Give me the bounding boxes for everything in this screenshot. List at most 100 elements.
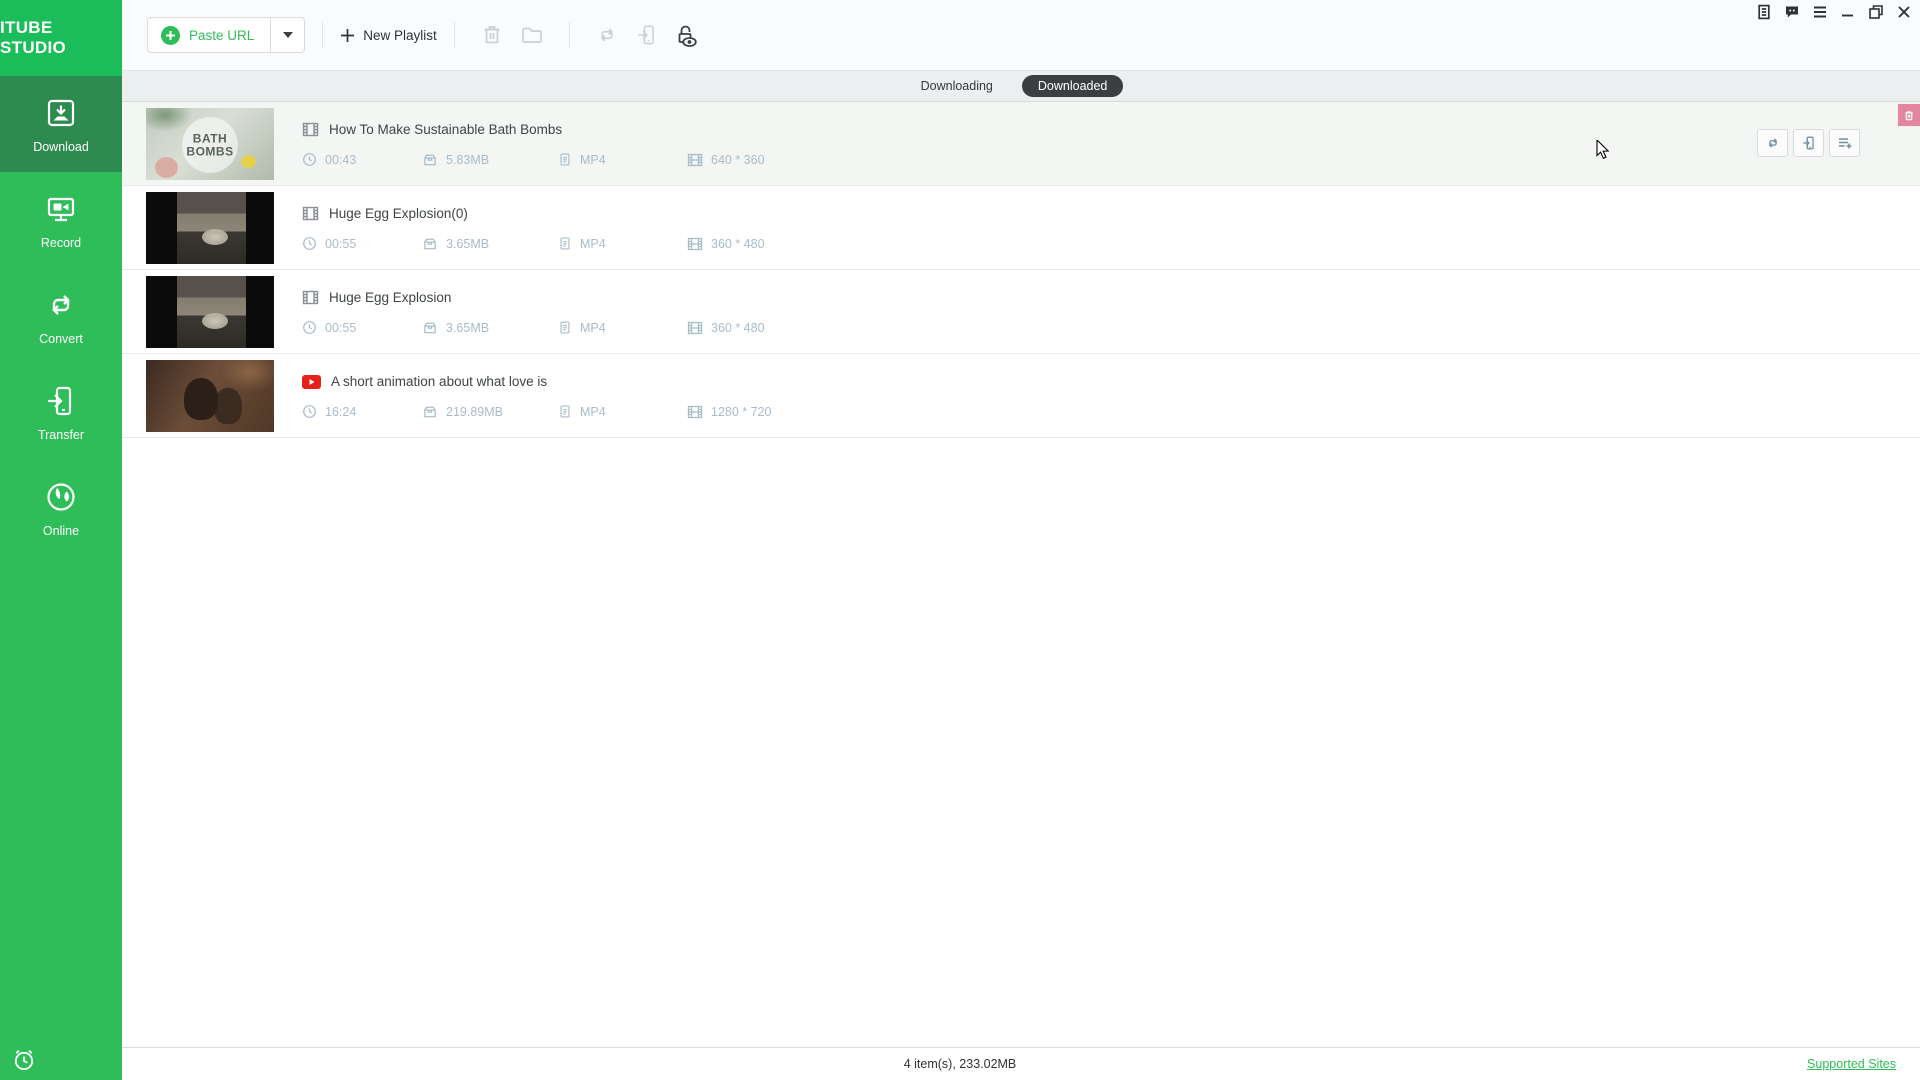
duration-clock-icon [302,320,317,335]
thumbnail-art [177,192,246,264]
video-format: MP4 [580,405,606,419]
register-icon[interactable] [1756,4,1772,20]
sidebar-item-convert[interactable]: Convert [0,268,122,364]
titlebar-controls [1756,4,1912,20]
scheduler-clock-icon[interactable] [10,1046,38,1074]
video-meta: 00:43 5.83MB MP4 [302,152,765,167]
supported-sites-link[interactable]: Supported Sites [1807,1057,1896,1071]
video-title: Huge Egg Explosion(0) [329,206,468,221]
toolbar: Paste URL New Playlist [122,0,1920,71]
items-summary: 4 item(s), 233.02MB [904,1057,1017,1071]
sidebar-item-transfer[interactable]: Transfer [0,364,122,460]
resolution-film-icon [687,321,703,335]
video-meta: 00:55 3.65MB MP4 [302,320,765,335]
paste-url-button-group: Paste URL [147,17,305,53]
video-title: How To Make Sustainable Bath Bombs [329,122,562,137]
download-row[interactable]: A short animation about what love is 16:… [122,354,1920,438]
chevron-down-icon [283,32,293,38]
video-format: MP4 [580,153,606,167]
sidebar-item-label: Download [33,140,89,154]
youtube-icon [302,375,321,389]
sidebar-item-label: Online [43,524,79,538]
video-size: 3.65MB [446,237,489,251]
video-thumbnail[interactable] [146,192,274,264]
record-icon [43,191,79,227]
video-meta: 16:24 219.89MB MP4 [302,404,771,419]
film-icon [302,122,319,137]
sidebar-item-label: Convert [39,332,83,346]
row-transfer-button[interactable] [1793,129,1824,157]
download-icon [43,95,79,131]
new-playlist-button[interactable]: New Playlist [340,28,437,43]
transfer-icon [43,383,79,419]
sidebar-item-label: Record [41,236,81,250]
video-thumbnail[interactable] [146,276,274,348]
paste-url-dropdown[interactable] [270,18,304,52]
video-format: MP4 [580,237,606,251]
transfer-to-device-icon[interactable] [635,23,659,47]
sidebar-item-download[interactable]: Download [0,76,122,172]
download-row[interactable]: BATH BOMBS How To Make Sustainable Bath … [122,102,1920,186]
video-info: How To Make Sustainable Bath Bombs 00:43… [302,120,765,167]
video-thumbnail[interactable]: BATH BOMBS [146,108,274,180]
toolbar-separator [569,22,570,48]
row-convert-button[interactable] [1757,129,1788,157]
video-duration: 16:24 [325,405,356,419]
restore-icon[interactable] [1868,4,1884,20]
menu-icon[interactable] [1812,4,1828,20]
minimize-icon[interactable] [1840,4,1856,20]
format-file-icon [558,404,572,419]
row-add-to-playlist-button[interactable] [1829,129,1860,157]
download-row[interactable]: Huge Egg Explosion(0) 00:55 3.65MB [122,186,1920,270]
row-action-buttons [1757,129,1860,157]
plus-icon [340,28,355,43]
private-mode-lock-icon[interactable] [675,23,699,47]
thumbnail-art [177,276,246,348]
file-size-icon [422,404,438,419]
toolbar-separator [322,22,323,48]
video-duration: 00:43 [325,153,356,167]
film-icon [302,290,319,305]
paste-url-label: Paste URL [189,28,254,43]
format-file-icon [558,152,572,167]
video-resolution: 1280 * 720 [711,405,771,419]
sidebar-item-record[interactable]: Record [0,172,122,268]
sidebar: ITUBE STUDIO Download Record Conve [0,0,122,1080]
format-file-icon [558,320,572,335]
format-file-icon [558,236,572,251]
app-window: ITUBE STUDIO Download Record Conve [0,0,1920,1080]
status-bar: 4 item(s), 233.02MB Supported Sites [122,1047,1920,1080]
tab-downloading[interactable]: Downloading [919,76,995,96]
film-icon [302,206,319,221]
paste-url-button[interactable]: Paste URL [148,18,270,52]
video-thumbnail[interactable] [146,360,274,432]
sidebar-item-online[interactable]: Online [0,460,122,556]
video-size: 3.65MB [446,321,489,335]
row-delete-button[interactable] [1898,104,1920,126]
sidebar-item-label: Transfer [38,428,84,442]
toolbar-separator [454,22,455,48]
video-duration: 00:55 [325,321,356,335]
duration-clock-icon [302,152,317,167]
delete-icon[interactable] [480,23,504,47]
file-size-icon [422,320,438,335]
video-size: 219.89MB [446,405,503,419]
duration-clock-icon [302,236,317,251]
feedback-icon[interactable] [1784,4,1800,20]
convert-icon[interactable] [595,23,619,47]
video-size: 5.83MB [446,153,489,167]
video-format: MP4 [580,321,606,335]
thumbnail-text: BATH BOMBS [182,132,238,157]
close-icon[interactable] [1896,4,1912,20]
download-row[interactable]: Huge Egg Explosion 00:55 3.65MB [122,270,1920,354]
main-area: Paste URL New Playlist [122,0,1920,1080]
plus-icon [161,26,180,45]
video-info: Huge Egg Explosion 00:55 3.65MB [302,288,765,335]
video-title: A short animation about what love is [331,374,547,389]
video-resolution: 640 * 360 [711,153,765,167]
tab-downloaded[interactable]: Downloaded [1022,75,1124,97]
resolution-film-icon [687,405,703,419]
sidebar-nav: Download Record Convert Transfer [0,76,122,556]
open-folder-icon[interactable] [520,23,544,47]
duration-clock-icon [302,404,317,419]
